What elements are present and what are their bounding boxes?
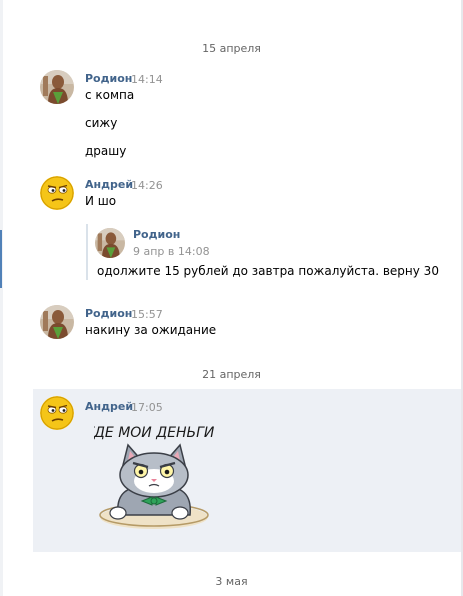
sticker-caption: ГДЕ МОИ ДЕНЬГИ? (94, 425, 214, 441)
forwarded-message-bar (86, 224, 88, 280)
message-author[interactable]: Родион (85, 72, 132, 85)
avatar-rodion[interactable] (40, 70, 74, 104)
message-author[interactable]: Родион (85, 307, 132, 320)
avatar-andrey[interactable] (40, 396, 74, 430)
message-time[interactable]: 14:26 (131, 179, 163, 192)
avatar-andrey[interactable] (40, 176, 74, 210)
date-separator: 15 апреля (202, 42, 261, 55)
forwarded-date[interactable]: 9 апр в 14:08 (133, 245, 210, 258)
forwarded-author[interactable]: Родион (133, 228, 180, 241)
message-text: накину за ожидание (85, 323, 217, 337)
photo-avatar-icon (95, 228, 125, 258)
message-text: сижу (85, 116, 118, 130)
left-panel-edge (0, 0, 3, 596)
message-text: И шо (85, 194, 117, 208)
message-author[interactable]: Андрей (85, 178, 133, 191)
message-text: с компа (85, 88, 135, 102)
left-scroll-indicator (0, 230, 2, 288)
cat-sticker-icon[interactable]: ГДЕ МОИ ДЕНЬГИ? (94, 417, 214, 535)
forwarded-avatar-rodion[interactable] (95, 228, 125, 258)
message-time[interactable]: 14:14 (131, 73, 163, 86)
avatar-rodion[interactable] (40, 305, 74, 339)
forwarded-text: одолжите 15 рублей до завтра пожалуйста.… (97, 264, 439, 278)
message-text: драшу (85, 144, 127, 158)
message-time[interactable]: 17:05 (131, 401, 163, 414)
photo-avatar-icon (40, 305, 74, 339)
photo-avatar-icon (40, 70, 74, 104)
date-separator: 21 апреля (202, 368, 261, 381)
date-separator: 3 мая (215, 575, 248, 588)
suspicious-emoji-icon (40, 176, 74, 210)
message-time[interactable]: 15:57 (131, 308, 163, 321)
suspicious-emoji-icon (40, 396, 74, 430)
message-author[interactable]: Андрей (85, 400, 133, 413)
